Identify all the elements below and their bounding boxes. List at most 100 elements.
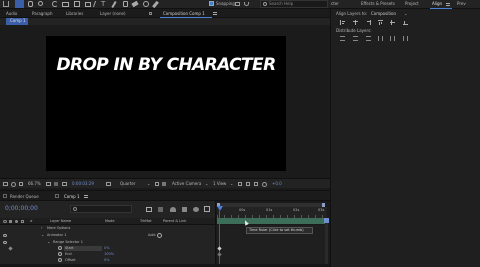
distribute-bottom-icon[interactable] (366, 36, 371, 41)
align-left-icon[interactable] (340, 20, 345, 25)
snapping-checkbox[interactable] (209, 1, 214, 6)
tab-preview-partial[interactable]: Prev (457, 2, 466, 6)
magnet-icon[interactable] (244, 2, 249, 6)
camera-snapshot-icon[interactable] (62, 182, 67, 186)
align-right-icon[interactable] (366, 20, 371, 25)
selection-tool-icon[interactable] (15, 0, 24, 8)
time-ruler[interactable]: 00s 01s 02s 03s (217, 207, 327, 218)
rotate-tool-icon[interactable] (52, 1, 58, 7)
distribute-hcenter-icon[interactable] (390, 36, 395, 41)
lock-icon[interactable] (149, 12, 152, 15)
zoom-value[interactable]: 66.7% (28, 182, 41, 186)
timeline-toggle-icon[interactable] (246, 182, 250, 186)
snap-icon[interactable] (235, 2, 240, 6)
show-snapshot-icon[interactable] (106, 182, 111, 186)
align-top-icon[interactable] (378, 20, 383, 25)
add-property-button[interactable] (157, 233, 162, 238)
list-item[interactable]: › More Options (0, 225, 215, 232)
distribute-right-icon[interactable] (403, 36, 408, 41)
stopwatch-icon[interactable] (58, 252, 62, 256)
menu-icon[interactable] (84, 195, 88, 198)
distribute-top-icon[interactable] (340, 36, 345, 41)
align-to-select[interactable]: Composition (371, 12, 396, 16)
frame-blending-icon[interactable] (182, 207, 187, 212)
checker-icon[interactable] (162, 182, 166, 186)
start-value[interactable]: 0% (104, 246, 110, 251)
align-bottom-icon[interactable] (403, 20, 408, 25)
tab-composition[interactable]: Composition Comp 1 (163, 12, 205, 16)
menu-icon[interactable] (213, 12, 217, 15)
eraser-tool-icon[interactable] (131, 0, 139, 8)
grid-icon[interactable] (19, 182, 23, 186)
home-icon[interactable] (3, 1, 9, 7)
tab-project[interactable]: Project (405, 2, 419, 6)
end-value[interactable]: 100% (104, 252, 114, 257)
col-parent-link[interactable]: Parent & Link (163, 219, 186, 224)
menu-icon[interactable] (446, 3, 450, 6)
pen-tool-icon[interactable] (92, 1, 101, 7)
timeline-timecode[interactable]: 0;00;00;00 (5, 206, 38, 212)
camera-select[interactable]: Active Camera (172, 182, 201, 186)
fast-preview-icon[interactable] (238, 182, 242, 186)
rectangle-tool-icon[interactable] (85, 2, 91, 7)
eye-icon[interactable] (3, 241, 7, 244)
shy-layers-icon[interactable] (170, 207, 176, 212)
tab-character-partial[interactable]: cter (331, 2, 339, 6)
region-icon[interactable] (46, 182, 51, 186)
current-time-display[interactable]: 0:00:03:29 (72, 182, 94, 186)
clone-stamp-tool-icon[interactable] (123, 1, 128, 7)
pan-behind-tool-icon[interactable] (74, 1, 80, 7)
playhead[interactable] (217, 206, 223, 211)
tab-paragraph[interactable]: Paragraph (32, 12, 53, 16)
composition-title-text[interactable]: DROP IN BY CHARACTER (46, 57, 286, 74)
tab-render-queue[interactable]: Render Queue (10, 195, 39, 199)
list-item[interactable]: Offset 0% (0, 257, 215, 264)
align-horizontal-center-icon[interactable] (353, 20, 358, 25)
eye-icon[interactable] (3, 234, 7, 237)
brush-tool-icon[interactable] (111, 0, 117, 9)
stopwatch-icon[interactable] (58, 246, 62, 250)
list-item[interactable]: ⌄ Animator 1 Add: (0, 232, 215, 239)
stopwatch-icon[interactable] (58, 258, 62, 262)
tab-comp1[interactable]: Comp 1 (64, 195, 80, 199)
transparency-icon[interactable] (54, 182, 58, 186)
align-vertical-center-icon[interactable] (390, 20, 395, 25)
hand-tool-icon[interactable] (28, 1, 33, 7)
draft-3d-icon[interactable] (158, 207, 163, 212)
roi-icon[interactable] (155, 182, 159, 186)
comp-mini-flowchart-icon[interactable] (146, 207, 152, 212)
camera-tool-icon[interactable] (62, 2, 69, 7)
col-trkmat[interactable]: TrkMat (140, 219, 152, 224)
always-preview-icon[interactable] (3, 182, 8, 186)
tab-libraries[interactable]: Libraries (66, 12, 83, 16)
mask-icon[interactable] (11, 182, 16, 187)
type-tool-icon[interactable]: T (101, 1, 105, 8)
track-bar[interactable] (217, 218, 327, 224)
close-icon[interactable] (3, 194, 7, 198)
search-layers-field[interactable] (70, 205, 132, 213)
exposure-value[interactable]: +0.0 (272, 182, 282, 186)
tab-align[interactable]: Align (432, 2, 442, 6)
tab-layer-none[interactable]: Layer (none) (100, 12, 126, 16)
resolution-select[interactable]: Quarter (120, 182, 135, 186)
tab-audio[interactable]: Audio (6, 12, 17, 16)
puppet-pin-tool-icon[interactable] (152, 0, 159, 9)
motion-blur-icon[interactable] (193, 207, 199, 212)
reset-exposure-icon[interactable] (262, 182, 267, 187)
distribute-vcenter-icon[interactable] (353, 36, 358, 41)
views-select[interactable]: 1 View (213, 182, 226, 186)
tab-effects-presets[interactable]: Effects & Presets (361, 2, 395, 6)
flowchart-icon[interactable] (254, 182, 258, 186)
comp-end-handle[interactable] (324, 218, 329, 223)
composition-canvas[interactable]: DROP IN BY CHARACTER (46, 36, 286, 171)
keyframe-nav-icon[interactable] (8, 246, 13, 251)
close-icon[interactable] (55, 194, 59, 198)
comp-subtab[interactable]: Comp 1 (6, 18, 28, 25)
offset-value[interactable]: 0% (104, 258, 110, 263)
zoom-tool-icon[interactable] (38, 1, 43, 6)
col-layer-name[interactable]: Layer Name (50, 219, 71, 224)
distribute-left-icon[interactable] (378, 36, 383, 41)
roto-brush-tool-icon[interactable] (143, 1, 149, 7)
graph-editor-icon[interactable] (204, 206, 210, 212)
col-mode[interactable]: Mode (105, 219, 115, 224)
